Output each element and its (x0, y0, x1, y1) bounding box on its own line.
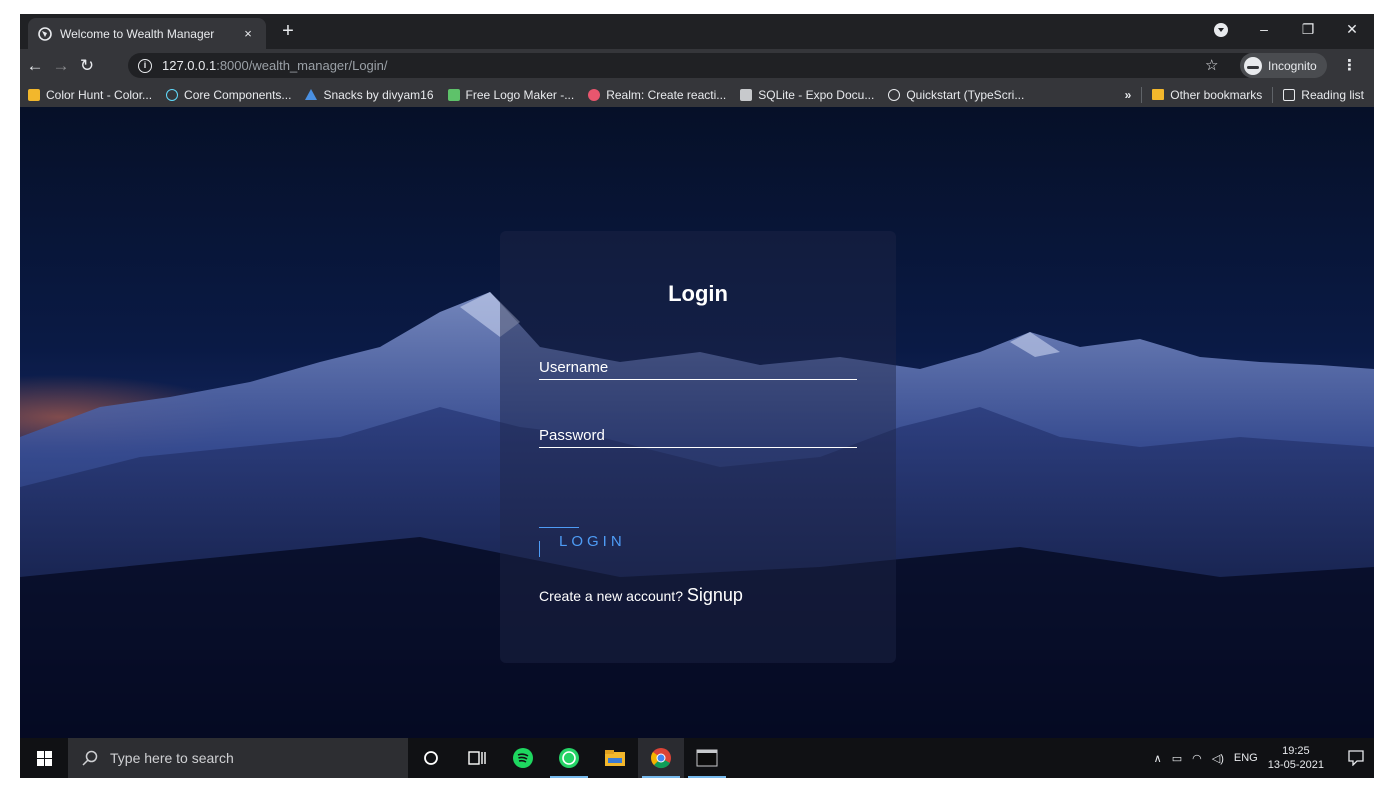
bookmarks-right: » Other bookmarks Reading list (1125, 82, 1364, 107)
reading-list-icon (1283, 88, 1296, 101)
incognito-label: Incognito (1268, 58, 1317, 73)
minimize-button[interactable]: – (1242, 21, 1286, 37)
terminal-taskbar-button[interactable] (684, 738, 730, 778)
new-tab-button[interactable]: + (276, 20, 300, 44)
terminal-icon (696, 749, 718, 767)
clock-time: 19:25 (1282, 745, 1310, 757)
bookmark-item[interactable]: SQLite - Expo Docu... (740, 88, 874, 102)
bookmark-label: Free Logo Maker -... (465, 87, 575, 102)
incognito-badge[interactable]: Incognito (1240, 53, 1327, 78)
restore-button[interactable]: ❐ (1286, 21, 1330, 38)
language-indicator[interactable]: ENG (1234, 752, 1258, 764)
bookmarks-overflow-button[interactable]: » (1125, 88, 1132, 102)
bookmark-item[interactable]: Snacks by divyam16 (305, 87, 434, 102)
forward-button[interactable]: → (50, 56, 72, 76)
file-explorer-taskbar-button[interactable] (592, 738, 638, 778)
browser-tab-active[interactable]: Welcome to Wealth Manager × (28, 18, 266, 49)
incognito-icon (1244, 56, 1262, 75)
browser-window: Welcome to Wealth Manager × + – ❐ ✕ ← → … (20, 14, 1374, 778)
tab-close-button[interactable]: × (240, 26, 256, 41)
bookmark-item[interactable]: Color Hunt - Color... (28, 88, 152, 102)
search-icon (82, 750, 98, 766)
signup-link[interactable]: Signup (687, 585, 743, 605)
bookmark-label: Snacks by divyam16 (323, 87, 434, 102)
login-card: Login Username Password LOGIN Create a n… (500, 231, 896, 663)
window-controls: – ❐ ✕ (1242, 14, 1374, 44)
signup-prompt: Create a new account? Signup (539, 585, 743, 606)
react-icon (166, 88, 179, 101)
volume-icon[interactable]: ◁) (1212, 752, 1224, 765)
expo-snack-icon (305, 89, 318, 100)
logo-maker-icon (447, 88, 460, 101)
bookmark-favicon-icon (28, 88, 40, 101)
folder-icon (605, 750, 625, 766)
signup-prompt-text: Create a new account? (539, 588, 687, 604)
realm-icon (588, 88, 601, 101)
bookmark-label: SQLite - Expo Docu... (758, 87, 875, 102)
username-field[interactable]: Username (539, 359, 857, 380)
password-field[interactable]: Password (539, 427, 857, 448)
back-button[interactable]: ← (24, 56, 46, 76)
battery-icon[interactable]: ▭ (1172, 752, 1182, 765)
reading-list-button[interactable]: Reading list (1283, 88, 1364, 102)
globe-icon (38, 26, 52, 41)
bookmark-label: Quickstart (TypeScri... (906, 87, 1025, 102)
bookmark-item[interactable]: Quickstart (TypeScri... (888, 88, 1024, 102)
tab-title: Welcome to Wealth Manager (60, 26, 215, 41)
url-path: :8000/wealth_manager/Login/ (216, 58, 388, 73)
url-host: 127.0.0.1 (162, 58, 217, 73)
bookmark-label: Color Hunt - Color... (46, 87, 153, 102)
tab-search-icon[interactable] (1214, 23, 1228, 37)
spotify-taskbar-button[interactable] (500, 738, 546, 778)
whatsapp-taskbar-button[interactable] (546, 738, 592, 778)
wifi-icon[interactable]: ◠ (1192, 752, 1202, 765)
bookmark-label: Realm: Create reacti... (606, 87, 727, 102)
task-view-button[interactable] (454, 738, 500, 778)
spotify-icon (513, 748, 533, 768)
site-info-icon[interactable]: i (138, 58, 152, 73)
windows-taskbar: Type here to search ∧ ▭ ◠ ◁) ENG 19:25 1… (20, 738, 1374, 778)
globe-icon (888, 88, 901, 101)
system-tray: ∧ ▭ ◠ ◁) ENG 19:25 13-05-2021 (1154, 738, 1374, 778)
taskbar-clock[interactable]: 19:25 13-05-2021 (1268, 744, 1324, 772)
bookmark-item[interactable]: Free Logo Maker -... (447, 87, 575, 102)
bookmark-label: Core Components... (184, 87, 292, 102)
cortana-button[interactable] (408, 738, 454, 778)
browser-toolbar: ← → ↻ i 127.0.0.1:8000/wealth_manager/Lo… (20, 49, 1374, 82)
browser-menu-icon[interactable]: ⋮ (1342, 56, 1357, 74)
bookmark-item[interactable]: Core Components... (166, 88, 291, 102)
chrome-taskbar-button[interactable] (638, 738, 684, 778)
reading-list-label: Reading list (1301, 87, 1364, 102)
other-bookmarks-button[interactable]: Other bookmarks (1152, 88, 1262, 102)
windows-logo-icon (36, 750, 52, 766)
bookmark-star-icon[interactable]: ☆ (1205, 56, 1218, 74)
divider (1272, 86, 1274, 103)
folder-icon (1152, 89, 1165, 100)
start-button[interactable] (20, 738, 68, 778)
reload-button[interactable]: ↻ (76, 56, 98, 76)
tray-overflow-icon[interactable]: ∧ (1154, 752, 1162, 765)
address-bar[interactable]: i 127.0.0.1:8000/wealth_manager/Login/ (128, 53, 1258, 78)
chrome-icon (651, 748, 671, 769)
notification-center-button[interactable] (1338, 738, 1374, 778)
tab-strip: Welcome to Wealth Manager × + – ❐ ✕ (20, 14, 1374, 49)
notification-icon (1348, 750, 1364, 766)
divider (1141, 86, 1143, 103)
other-bookmarks-label: Other bookmarks (1170, 87, 1263, 102)
bookmarks-bar: Color Hunt - Color... Core Components...… (20, 82, 1374, 107)
clock-date: 13-05-2021 (1267, 759, 1324, 771)
close-window-button[interactable]: ✕ (1330, 21, 1374, 38)
cortana-icon (424, 751, 438, 765)
sqlite-icon (740, 88, 753, 101)
login-button[interactable]: LOGIN (539, 527, 659, 557)
task-view-icon (468, 751, 486, 765)
taskbar-search-placeholder: Type here to search (110, 750, 234, 766)
login-title: Login (668, 281, 728, 306)
page-content: Login Username Password LOGIN Create a n… (20, 107, 1374, 738)
whatsapp-icon (559, 748, 579, 768)
bookmark-item[interactable]: Realm: Create reacti... (588, 88, 726, 102)
taskbar-search[interactable]: Type here to search (68, 738, 408, 778)
